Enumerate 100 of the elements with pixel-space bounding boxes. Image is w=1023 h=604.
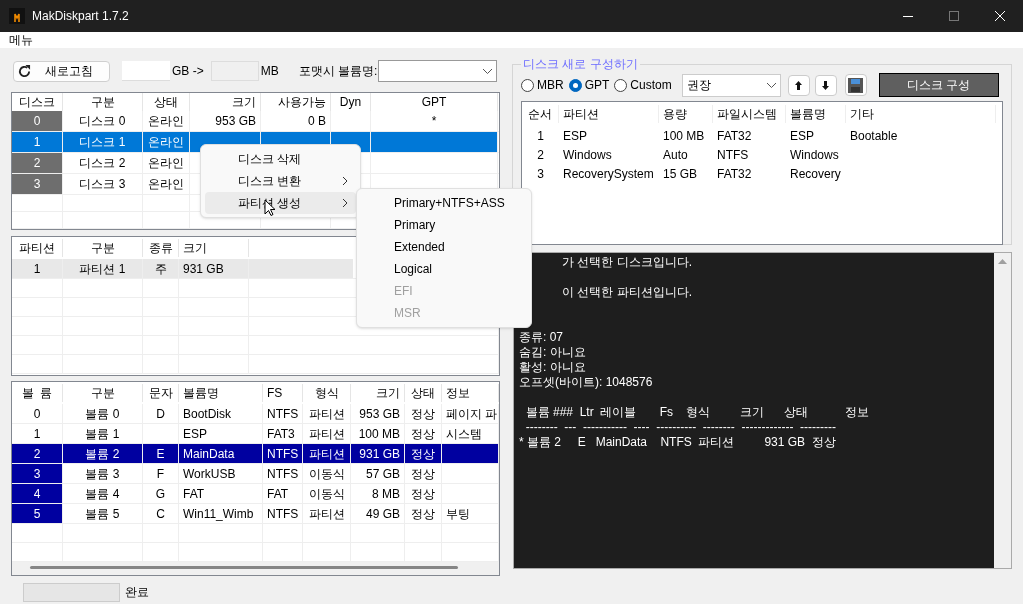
table-row[interactable]: 3 볼륨 3 F WorkUSB NTFS 이동식 57 GB 정상 <box>12 464 499 483</box>
column-header[interactable]: 볼륨명 <box>786 105 846 123</box>
column-header[interactable]: 상태 <box>405 384 442 402</box>
maximize-icon <box>949 11 959 21</box>
column-header[interactable]: 크기 <box>190 93 261 112</box>
table-cell-text: F <box>156 465 165 483</box>
scrollbar[interactable] <box>30 566 458 569</box>
column-header[interactable]: 순서 <box>522 105 559 123</box>
scrollbar[interactable] <box>994 253 1011 568</box>
column-header[interactable]: Dyn <box>331 93 371 112</box>
table-row[interactable]: 5 볼륨 5 C Win11_Wimb NTFS 파티션 49 GB 정상 부팅 <box>12 504 499 523</box>
column-header[interactable]: 볼륨명 <box>179 384 263 402</box>
table-cell-text: NTFS <box>267 465 299 483</box>
table-cell-text: 1 <box>33 425 41 443</box>
table-cell: ESP <box>563 128 587 143</box>
column-header[interactable]: 형식 <box>303 384 351 402</box>
table-row[interactable]: 0 디스크 0 온라인 953 GB 0 B * <box>12 111 498 132</box>
column-header[interactable]: 구분 <box>63 239 143 257</box>
table-cell-text: WorkUSB <box>183 465 236 483</box>
column-header[interactable]: 용량 <box>659 105 713 123</box>
table-cell: Bootable <box>850 128 898 143</box>
table-cell: 1 <box>537 128 544 143</box>
column-header[interactable]: GPT <box>371 93 498 112</box>
table-cell-text: FAT <box>183 485 205 503</box>
table-cell-text: 49 GB <box>365 505 400 523</box>
console-line: 이 선택한 파티션입니다. <box>562 285 692 300</box>
table-cell: NTFS <box>717 147 749 162</box>
column-header[interactable]: 구분 <box>63 384 143 402</box>
table-cell-text: 1 <box>33 260 41 278</box>
menu-item[interactable]: 메뉴 <box>9 31 33 49</box>
table-cell-text: 볼륨 0 <box>85 405 120 423</box>
table-cell-text: 볼륨 5 <box>85 505 120 523</box>
column-header[interactable]: FS <box>263 384 303 402</box>
table-cell-text: 디스크 0 <box>79 113 126 131</box>
column-header[interactable]: 파티션 <box>12 239 63 257</box>
table-row[interactable]: 1 파티션 1 주 931 GB <box>12 259 353 278</box>
scroll-up-icon[interactable] <box>998 259 1007 264</box>
column-header[interactable]: 상태 <box>143 93 190 112</box>
refresh-button[interactable]: 새로고침 <box>13 60 110 82</box>
table-cell: 3 <box>537 166 544 181</box>
column-header[interactable]: 사용가능 <box>261 93 331 112</box>
table-cell: Windows <box>790 147 839 162</box>
console-line: -------- --- ----------- ---- ---------- -------- ------------- --------- <box>524 420 837 435</box>
volume-label-text: 포맷시 볼륨명: <box>298 63 378 80</box>
radio-option[interactable]: GPT <box>568 76 610 94</box>
column-header[interactable]: 문자 <box>143 384 179 402</box>
column-header[interactable]: 기타 <box>846 105 996 123</box>
column-header[interactable]: 볼 륨 <box>12 384 63 402</box>
move-down-button[interactable] <box>814 74 837 96</box>
column-header[interactable]: 파티션 <box>559 105 659 123</box>
table-cell-text: 시스템 <box>446 425 482 443</box>
table-cell-text: C <box>156 505 165 523</box>
save-button[interactable] <box>844 74 867 96</box>
table-cell-text: 3 <box>33 176 41 194</box>
table-cell-text: 953 GB <box>359 405 400 423</box>
table-cell-text: 953 GB <box>215 113 256 131</box>
column-header[interactable]: 정보 <box>442 384 499 402</box>
move-up-button[interactable] <box>787 74 810 96</box>
preset-dropdown[interactable]: 권장 <box>681 73 781 97</box>
column-header[interactable]: 크기 <box>179 239 249 257</box>
table-cell-text: G <box>155 485 166 503</box>
table-row[interactable]: 0 볼륨 0 D BootDisk NTFS 파티션 953 GB 정상 페이지 파 <box>12 404 499 423</box>
table-cell-text: 온라인 <box>148 176 184 194</box>
table-row[interactable]: 1 볼륨 1 ESP FAT3 파티션 100 MB 정상 시스템 <box>12 424 499 443</box>
minimize-icon <box>903 15 913 17</box>
console-line: 볼륨 ### Ltr 레이블 Fs 형식 크기 상태 정보 <box>524 405 870 420</box>
menu-item[interactable]: Primary <box>357 214 531 236</box>
column-header[interactable]: 구분 <box>63 93 143 112</box>
radio-option[interactable]: MBR <box>521 76 564 94</box>
app-logo-icon <box>9 8 25 24</box>
menu-item[interactable]: Extended <box>357 236 531 258</box>
table-cell-text: 0 <box>33 405 41 423</box>
table-cell-text: 온라인 <box>148 155 184 173</box>
table-cell-text: 볼륨 1 <box>85 425 120 443</box>
unit-label: MB <box>260 63 279 80</box>
table-cell-text: 정상 <box>411 445 435 463</box>
table-cell-text: NTFS <box>267 445 299 463</box>
table-cell-text: * <box>431 113 437 131</box>
table-cell-text: 3 <box>33 465 41 483</box>
menu-item[interactable]: Logical <box>357 258 531 280</box>
refresh-icon <box>18 64 31 78</box>
table-cell: FAT32 <box>717 166 752 181</box>
column-header[interactable]: 크기 <box>351 384 405 402</box>
table-cell-text: 페이지 파 <box>446 405 498 423</box>
menu-item[interactable]: Primary+NTFS+ASS <box>357 192 531 214</box>
table-row[interactable]: 2 볼륨 2 E MainData NTFS 파티션 931 GB 정상 <box>12 444 499 463</box>
configure-disk-button[interactable]: 디스크 구성 <box>878 73 999 97</box>
table-cell: ESP <box>790 128 814 143</box>
table-cell-text: 이동식 <box>308 465 345 483</box>
table-cell: RecoverySystem <box>563 166 654 181</box>
volume-label-dropdown[interactable] <box>378 60 498 82</box>
radio-option[interactable]: Custom <box>614 76 672 94</box>
column-header[interactable]: 종류 <box>143 239 179 257</box>
gb-input[interactable] <box>122 61 170 81</box>
table-cell-text: 1 <box>33 134 41 152</box>
table-cell-text: 파티션 <box>308 505 345 523</box>
table-row[interactable]: 4 볼륨 4 G FAT FAT 이동식 8 MB 정상 <box>12 484 499 503</box>
table-cell-text: MainData <box>183 445 235 463</box>
column-header[interactable]: 파일시스템 <box>713 105 786 123</box>
table-cell-text: 온라인 <box>148 113 184 131</box>
